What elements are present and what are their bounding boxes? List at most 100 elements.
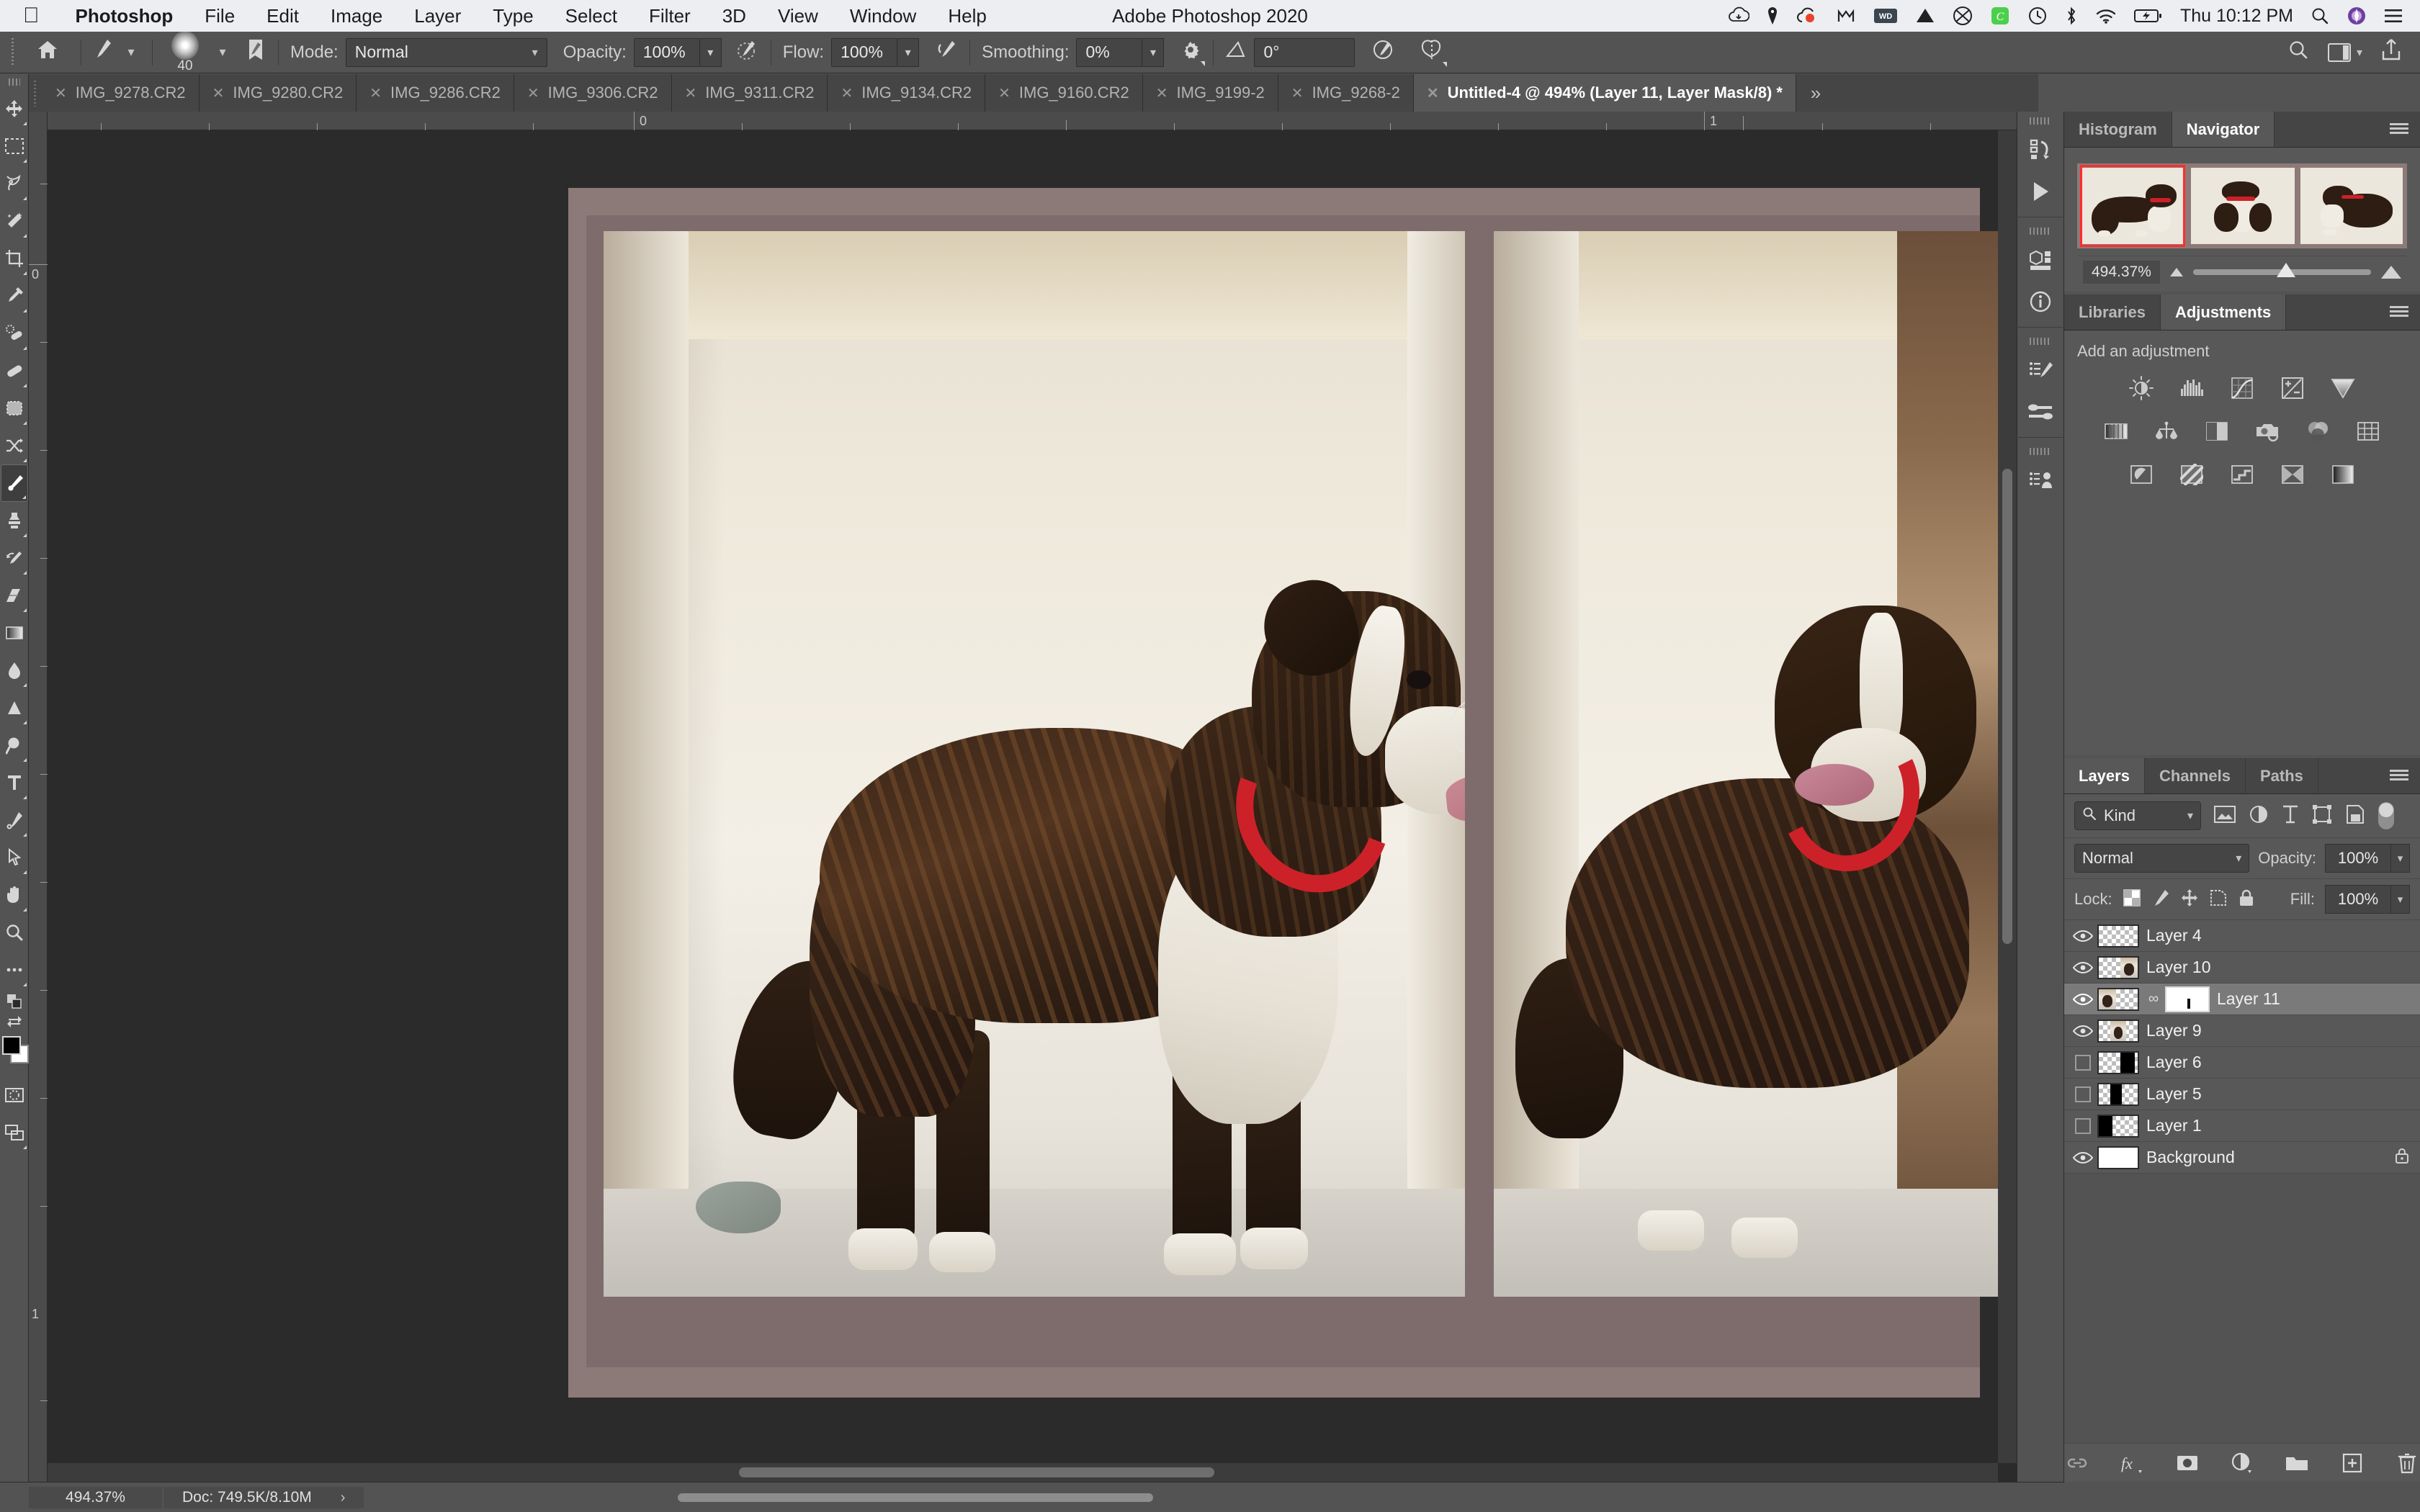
layer-mask-link-icon[interactable]: ∞ bbox=[2146, 991, 2161, 1007]
brush-tool[interactable] bbox=[0, 464, 28, 502]
rail-grip[interactable] bbox=[2030, 228, 2051, 236]
apple-menu-icon[interactable]:  bbox=[0, 5, 60, 27]
tab-untitled-4[interactable]: ✕ Untitled-4 @ 494% (Layer 11, Layer Mask… bbox=[1413, 74, 1796, 112]
levels-icon[interactable] bbox=[2176, 374, 2208, 402]
curves-icon[interactable] bbox=[2226, 374, 2258, 402]
tab-img-9278[interactable]: ✕ IMG_9278.CR2 bbox=[42, 74, 200, 112]
gradient-tool[interactable] bbox=[1, 614, 28, 652]
siri-icon[interactable] bbox=[2347, 0, 2367, 32]
close-icon[interactable]: ✕ bbox=[527, 84, 539, 102]
menu-file[interactable]: File bbox=[189, 5, 251, 27]
notification-icon[interactable] bbox=[1767, 0, 1778, 32]
share-icon[interactable] bbox=[2381, 38, 2401, 66]
tab-libraries[interactable]: Libraries bbox=[2064, 294, 2161, 330]
flow-dropdown[interactable]: ▾ bbox=[897, 37, 920, 67]
layer-visibility-toggle[interactable] bbox=[2069, 961, 2097, 974]
layer-fill-input[interactable]: 100% bbox=[2325, 885, 2391, 914]
tablet-pressure-size-icon[interactable] bbox=[1372, 38, 1395, 66]
table-row[interactable]: Layer 10 bbox=[2064, 952, 2420, 984]
close-icon[interactable]: ✕ bbox=[212, 84, 225, 102]
canvas-horizontal-scrollbar[interactable] bbox=[48, 1463, 1998, 1482]
tab-channels[interactable]: Channels bbox=[2144, 758, 2246, 793]
filter-smart-object-icon[interactable] bbox=[2345, 804, 2365, 828]
layer-thumbnail[interactable] bbox=[2097, 987, 2139, 1011]
zoom-slider-thumb[interactable] bbox=[2277, 262, 2296, 277]
tab-img-9160[interactable]: ✕ IMG_9160.CR2 bbox=[985, 74, 1143, 112]
healing-brush-tool[interactable] bbox=[1, 352, 28, 390]
tab-img-9306[interactable]: ✕ IMG_9306.CR2 bbox=[514, 74, 672, 112]
menu-help[interactable]: Help bbox=[932, 5, 1002, 27]
panel-menu-icon[interactable] bbox=[2390, 122, 2408, 136]
flow-input[interactable]: 100% bbox=[831, 37, 898, 67]
lock-transparent-pixels-icon[interactable] bbox=[2123, 888, 2141, 911]
toolbar-grip[interactable] bbox=[8, 78, 20, 89]
table-row[interactable]: ∞ Layer 11 bbox=[2064, 984, 2420, 1015]
foreground-color-swatch[interactable] bbox=[1, 1036, 21, 1055]
close-icon[interactable]: ✕ bbox=[1427, 84, 1439, 102]
eraser-tool[interactable] bbox=[1, 577, 28, 614]
document-canvas[interactable] bbox=[48, 130, 2017, 1482]
symmetry-butterfly-icon[interactable] bbox=[1420, 39, 1448, 67]
chevron-double-right-icon[interactable]: » bbox=[1796, 74, 1835, 112]
tab-img-9134[interactable]: ✕ IMG_9134.CR2 bbox=[828, 74, 986, 112]
layer-opacity-dropdown[interactable]: ▾ bbox=[2391, 844, 2410, 873]
tab-img-9199-2[interactable]: ✕ IMG_9199-2 bbox=[1142, 74, 1278, 112]
filter-type-icon[interactable] bbox=[2282, 804, 2299, 828]
menu-bar-clock[interactable]: Thu 10:12 PM bbox=[2180, 6, 2293, 27]
bluetooth-icon[interactable] bbox=[2065, 0, 2078, 32]
menu-select[interactable]: Select bbox=[550, 5, 633, 27]
close-icon[interactable]: ✕ bbox=[1156, 84, 1168, 102]
lock-image-pixels-icon[interactable] bbox=[2151, 888, 2170, 911]
close-icon[interactable]: ✕ bbox=[369, 84, 382, 102]
panel-menu-icon[interactable] bbox=[2390, 305, 2408, 319]
color-swatches[interactable] bbox=[0, 1036, 29, 1069]
tab-layers[interactable]: Layers bbox=[2064, 758, 2145, 793]
filter-pixel-icon[interactable] bbox=[2214, 805, 2236, 827]
new-group-icon[interactable] bbox=[2284, 1449, 2310, 1477]
tab-img-9311[interactable]: ✕ IMG_9311.CR2 bbox=[671, 74, 828, 112]
spot-healing-brush-tool[interactable] bbox=[1, 315, 28, 352]
threshold-icon[interactable] bbox=[2226, 460, 2258, 489]
blend-mode-select[interactable]: Normal ▾ bbox=[345, 37, 547, 67]
opacity-input[interactable]: 100% bbox=[633, 37, 700, 67]
brush-size-preview[interactable]: 40 bbox=[164, 30, 206, 74]
menu-edit[interactable]: Edit bbox=[251, 5, 315, 27]
tab-adjustments[interactable]: Adjustments bbox=[2160, 294, 2287, 330]
add-layer-mask-icon[interactable] bbox=[2174, 1449, 2200, 1477]
filter-adjustment-icon[interactable] bbox=[2249, 804, 2269, 828]
layer-fill-dropdown[interactable]: ▾ bbox=[2391, 885, 2410, 914]
brush-angle-input[interactable]: 0° bbox=[1254, 37, 1355, 67]
opacity-dropdown[interactable]: ▾ bbox=[699, 37, 722, 67]
rail-grip[interactable] bbox=[2030, 448, 2051, 456]
history-brush-tool[interactable] bbox=[1, 539, 28, 577]
filter-shape-icon[interactable] bbox=[2312, 804, 2332, 828]
default-colors-icon[interactable] bbox=[6, 994, 22, 1012]
layer-visibility-toggle[interactable] bbox=[2069, 993, 2097, 1006]
status-zoom-value[interactable]: 494.37% bbox=[29, 1486, 162, 1508]
layer-visibility-toggle[interactable] bbox=[2069, 1025, 2097, 1038]
brush-settings-icon[interactable] bbox=[245, 38, 266, 66]
zoom-in-triangle-icon[interactable] bbox=[2381, 265, 2401, 279]
vertical-ruler[interactable]: 0 1 bbox=[29, 112, 48, 1482]
layer-thumbnail[interactable] bbox=[2097, 1082, 2139, 1106]
blur-tool[interactable] bbox=[1, 652, 28, 689]
pen-tool[interactable] bbox=[1, 801, 28, 839]
layer-blend-mode-select[interactable]: Normal ▾ bbox=[2074, 844, 2250, 873]
tab-paths[interactable]: Paths bbox=[2245, 758, 2318, 793]
scrollbar-thumb[interactable] bbox=[2002, 469, 2012, 944]
options-bar-grip[interactable] bbox=[9, 37, 20, 67]
chevron-right-icon[interactable]: › bbox=[341, 1487, 346, 1508]
navigator-zoom-value[interactable]: 494.37% bbox=[2083, 260, 2160, 284]
evernote-icon[interactable]: C bbox=[1990, 0, 2010, 32]
timemachine-icon[interactable] bbox=[2027, 0, 2048, 32]
control-center-icon[interactable] bbox=[2384, 0, 2403, 32]
backblaze-icon[interactable] bbox=[1953, 0, 1973, 32]
tab-histogram[interactable]: Histogram bbox=[2064, 112, 2172, 147]
info-icon[interactable] bbox=[2020, 281, 2061, 323]
layer-visibility-toggle[interactable] bbox=[2069, 1151, 2097, 1164]
airbrush-icon[interactable] bbox=[935, 38, 958, 66]
type-tool[interactable] bbox=[1, 764, 28, 801]
layer-filter-kind-select[interactable]: Kind ▾ bbox=[2074, 801, 2201, 830]
layer-mask-thumbnail[interactable] bbox=[2165, 986, 2210, 1012]
move-tool[interactable] bbox=[1, 90, 28, 127]
